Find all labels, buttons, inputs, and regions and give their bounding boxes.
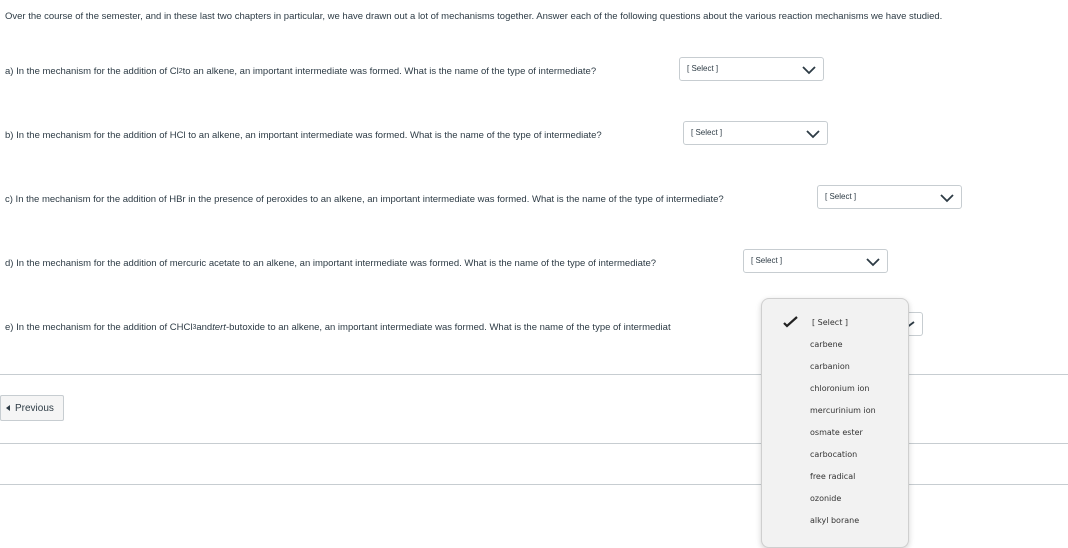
chevron-down-icon (866, 258, 880, 267)
chevron-down-icon (940, 194, 954, 203)
dropdown-option-carbanion[interactable]: carbanion (810, 362, 850, 371)
question-a: a) In the mechanism for the addition of … (5, 66, 597, 77)
dropdown-option-mercurinium-ion[interactable]: mercurinium ion (810, 406, 876, 415)
checkmark-icon (783, 316, 798, 328)
question-b-text: b) In the mechanism for the addition of … (5, 130, 602, 141)
previous-button[interactable]: Previous (0, 395, 64, 421)
question-a-select[interactable]: [ Select ] (679, 57, 824, 81)
dropdown-option-carbene[interactable]: carbene (810, 340, 843, 349)
question-c: c) In the mechanism for the addition of … (5, 194, 724, 205)
question-c-select-value: [ Select ] (825, 192, 857, 201)
question-d: d) In the mechanism for the addition of … (5, 258, 656, 269)
question-d-select[interactable]: [ Select ] (743, 249, 888, 273)
question-a-text-start: a) In the mechanism for the addition of … (5, 66, 179, 77)
dropdown-option-carbocation[interactable]: carbocation (810, 450, 857, 459)
question-e-text-mid: and (196, 322, 213, 333)
caret-left-icon (6, 405, 10, 411)
question-d-select-value: [ Select ] (751, 256, 783, 265)
question-e-italic: tert (212, 322, 226, 333)
question-c-text: c) In the mechanism for the addition of … (5, 194, 724, 205)
question-b: b) In the mechanism for the addition of … (5, 130, 602, 141)
chevron-down-icon (802, 66, 816, 75)
instructions-text: Over the course of the semester, and in … (5, 11, 943, 22)
question-e-text-end: -butoxide to an alkene, an important int… (225, 322, 671, 333)
question-e-text-start: e) In the mechanism for the addition of … (5, 322, 193, 333)
dropdown-option-osmate-ester[interactable]: osmate ester (810, 428, 863, 437)
question-c-select[interactable]: [ Select ] (817, 185, 962, 209)
chevron-down-icon (806, 130, 820, 139)
question-b-select-value: [ Select ] (691, 128, 723, 137)
dropdown-option-chloronium-ion[interactable]: chloronium ion (810, 384, 869, 393)
question-e-dropdown-menu: [ Select ] carbene carbanion chloronium … (761, 298, 909, 548)
question-e: e) In the mechanism for the addition of … (5, 322, 671, 333)
dropdown-option-alkyl-borane[interactable]: alkyl borane (810, 516, 859, 525)
dropdown-option-free-radical[interactable]: free radical (810, 472, 855, 481)
dropdown-option-ozonide[interactable]: ozonide (810, 494, 841, 503)
question-d-text: d) In the mechanism for the addition of … (5, 258, 657, 269)
previous-button-label: Previous (15, 402, 54, 414)
question-a-select-value: [ Select ] (687, 64, 719, 73)
question-b-select[interactable]: [ Select ] (683, 121, 828, 145)
question-a-text-end: to an alkene, an important intermediate … (182, 66, 597, 77)
dropdown-option-select[interactable]: [ Select ] (812, 318, 848, 327)
